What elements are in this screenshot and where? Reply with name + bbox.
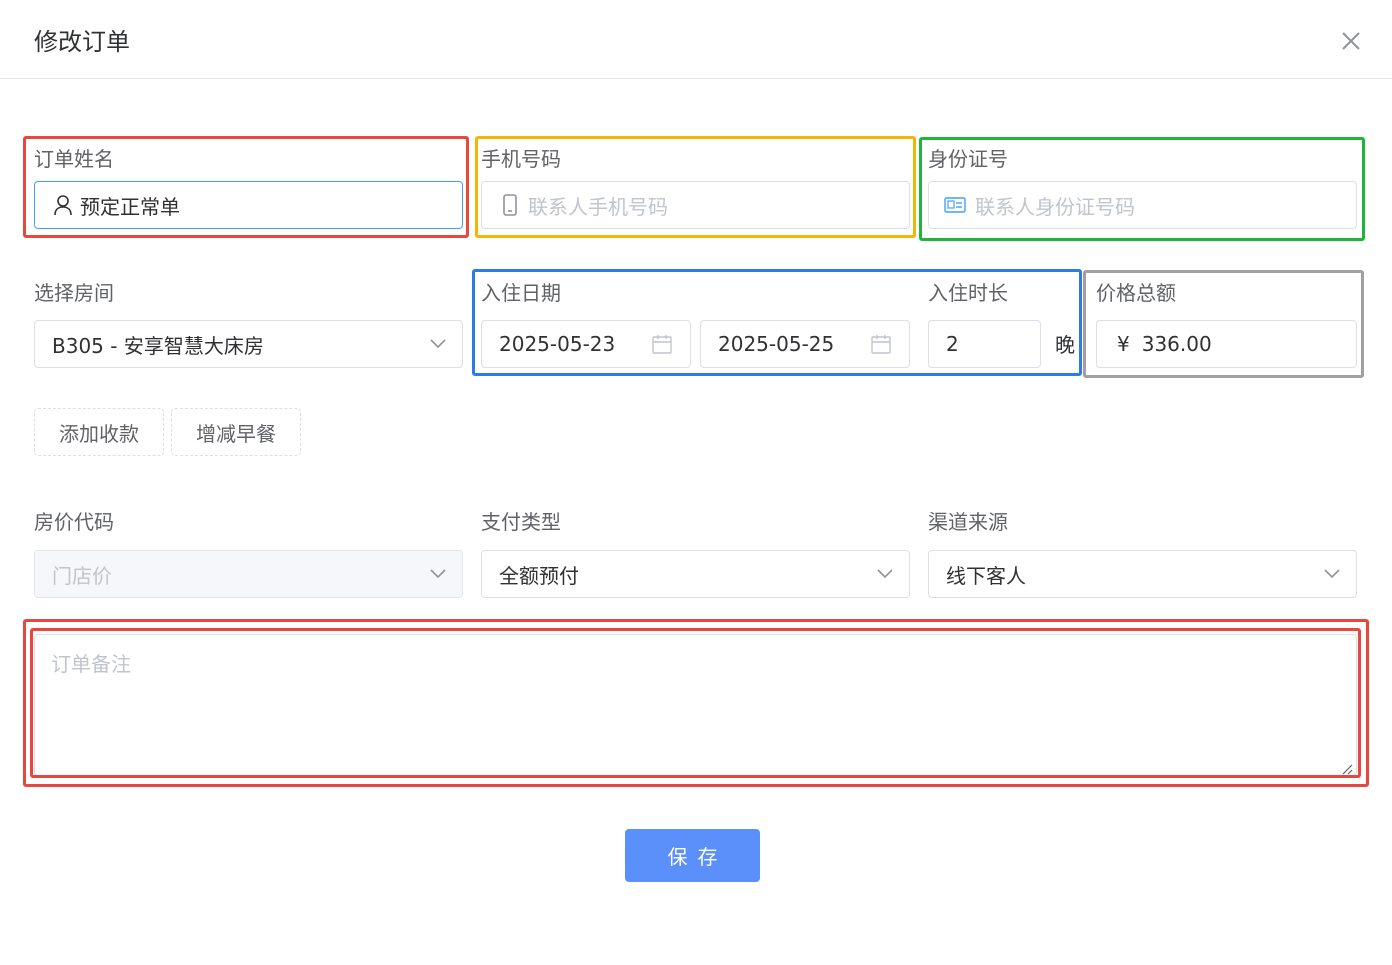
payment-type-select[interactable]: 全额预付: [481, 550, 910, 598]
chevron-down-icon: [430, 569, 446, 579]
highlight-box-red-remark-inner: [30, 628, 1361, 778]
channel-value: 线下客人: [946, 563, 1026, 588]
add-payment-button[interactable]: 添加收款: [34, 408, 164, 456]
highlight-box-gray: [1083, 270, 1364, 378]
close-icon[interactable]: [1335, 25, 1367, 57]
highlight-box-blue: [472, 269, 1082, 376]
highlight-box-yellow: [475, 136, 916, 238]
rate-code-label: 房价代码: [34, 510, 114, 534]
chevron-down-icon: [1324, 569, 1340, 579]
adjust-breakfast-button[interactable]: 增减早餐: [171, 408, 301, 456]
room-select[interactable]: B305 - 安享智慧大床房: [34, 320, 463, 368]
dialog-header: 修改订单: [0, 0, 1392, 79]
payment-type-value: 全额预付: [499, 563, 579, 588]
chevron-down-icon: [430, 339, 446, 349]
payment-type-label: 支付类型: [481, 510, 561, 534]
rate-code-select: 门店价: [34, 550, 463, 598]
highlight-box-green: [919, 137, 1365, 241]
dialog-title: 修改订单: [34, 28, 130, 56]
channel-select[interactable]: 线下客人: [928, 550, 1357, 598]
save-button[interactable]: 保存: [625, 829, 760, 882]
rate-code-value: 门店价: [52, 563, 112, 588]
save-button-label: 保存: [667, 845, 728, 869]
highlight-box-red: [23, 136, 469, 238]
chevron-down-icon: [877, 569, 893, 579]
channel-label: 渠道来源: [928, 510, 1008, 534]
room-value: B305 - 安享智慧大床房: [52, 333, 264, 358]
room-label: 选择房间: [34, 281, 114, 305]
